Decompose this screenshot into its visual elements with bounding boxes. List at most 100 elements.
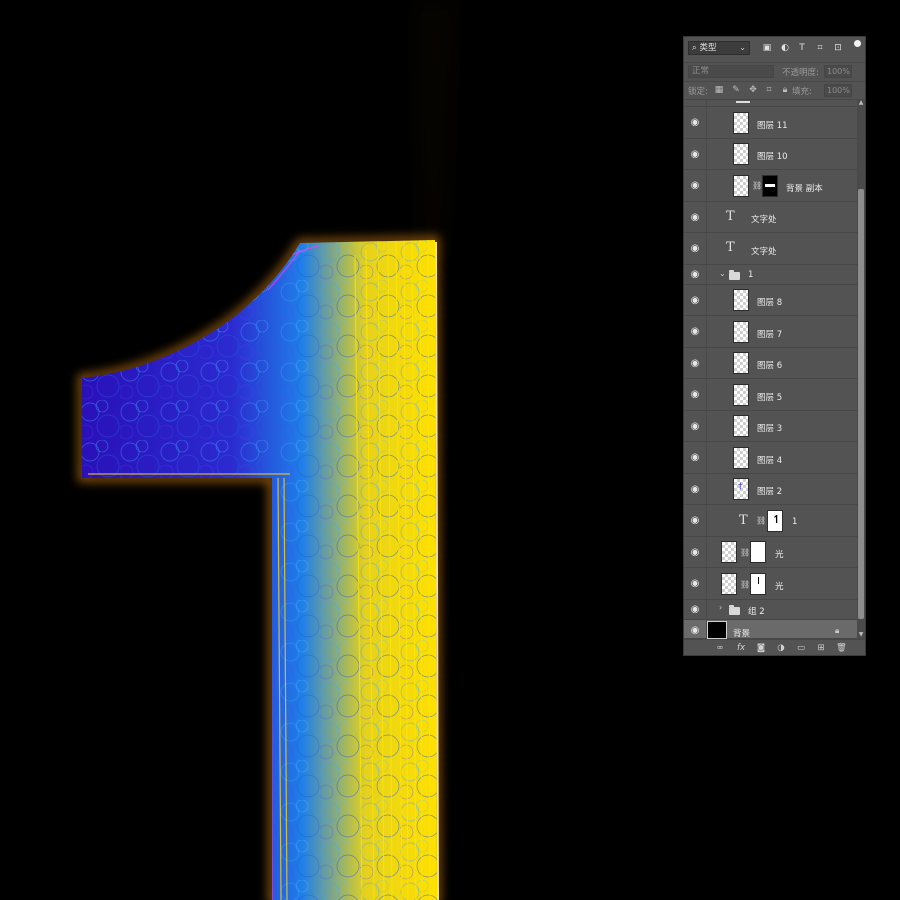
eye-icon[interactable]: ◉ xyxy=(689,243,701,255)
text-layer-icon: T xyxy=(726,209,735,224)
eye-icon[interactable]: ◉ xyxy=(689,604,701,616)
chain-link-icon[interactable]: ⛓ xyxy=(752,181,762,191)
layers-scrollbar[interactable]: ▲ ▼ xyxy=(857,99,865,639)
eye-icon[interactable]: ◉ xyxy=(689,484,701,496)
lock-artboard-icon[interactable]: ⌗ xyxy=(764,85,774,95)
layer-name: 图层 2 xyxy=(757,487,783,497)
layer-row-partial[interactable] xyxy=(684,99,857,107)
separator xyxy=(706,139,707,169)
chevron-down-icon[interactable]: ⌄ xyxy=(719,269,726,278)
mask-shape xyxy=(758,577,759,584)
eye-icon[interactable]: ◉ xyxy=(689,180,701,192)
fx-icon[interactable]: fx xyxy=(736,643,746,653)
layer-thumbnail xyxy=(733,447,749,469)
fill-label: 填充: xyxy=(792,87,812,97)
eye-icon[interactable]: ◉ xyxy=(689,295,701,307)
layer-row[interactable]: ◉ 图层 11 xyxy=(684,107,857,139)
eye-icon[interactable]: ◉ xyxy=(689,515,701,527)
text-filter-icon[interactable]: T xyxy=(797,43,807,53)
layer-mask-thumbnail[interactable] xyxy=(762,175,778,197)
separator xyxy=(706,600,707,619)
layer-mask-thumbnail[interactable] xyxy=(750,541,766,563)
eye-icon[interactable]: ◉ xyxy=(689,212,701,224)
layer-row[interactable]: ◉ 图层 10 xyxy=(684,139,857,170)
group-row[interactable]: ◉ ⌄ 1 xyxy=(684,265,857,285)
eye-icon[interactable]: ◉ xyxy=(689,452,701,464)
layer-row[interactable]: ◉ ⛓ 光 xyxy=(684,568,857,600)
layer-row[interactable]: ◉ T ⛓ ↿ 1 xyxy=(684,505,857,537)
layer-row[interactable]: ◉ 图层 7 xyxy=(684,316,857,348)
layer-row[interactable]: ◉ 图层 3 xyxy=(684,411,857,442)
shape-filter-icon[interactable]: ⌗ xyxy=(815,43,825,53)
layer-mask-thumbnail[interactable]: ↿ xyxy=(767,510,783,532)
link-layers-icon[interactable]: ∞ xyxy=(715,643,725,653)
trash-icon[interactable]: 🗑︎ xyxy=(836,643,847,653)
eye-icon[interactable]: ◉ xyxy=(689,326,701,338)
separator xyxy=(706,265,707,284)
lock-row: 锁定: ▦ ✎ ✥ ⌗ 🔒︎ 填充: 100% xyxy=(684,81,865,100)
layer-name: 光 xyxy=(775,550,784,560)
chevron-right-icon[interactable]: › xyxy=(719,603,722,612)
adjustment-filter-icon[interactable]: ◐ xyxy=(780,43,790,53)
layer-name: 背景 副本 xyxy=(786,184,823,194)
scroll-down-icon[interactable]: ▼ xyxy=(857,631,865,639)
filter-toggle[interactable] xyxy=(854,40,861,47)
layer-thumbnail xyxy=(733,143,749,165)
lock-brush-icon[interactable]: ✎ xyxy=(731,85,741,95)
separator xyxy=(706,107,707,138)
layer-row[interactable]: ◉ 图层 8 xyxy=(684,285,857,316)
new-layer-icon[interactable]: ⊞ xyxy=(816,643,826,653)
separator xyxy=(706,474,707,504)
opacity-label: 不透明度: xyxy=(782,68,819,78)
eye-icon[interactable]: ◉ xyxy=(689,625,701,637)
lock-transparent-icon[interactable]: ▦ xyxy=(714,85,724,95)
layer-thumbnail xyxy=(707,621,727,639)
chain-link-icon[interactable]: ⛓ xyxy=(740,548,750,558)
layer-row[interactable]: ◉ † 图层 2 xyxy=(684,474,857,505)
add-mask-icon[interactable]: ◙ xyxy=(756,643,766,653)
chain-link-icon[interactable]: ⛓ xyxy=(756,516,766,526)
eye-icon[interactable]: ◉ xyxy=(689,389,701,401)
eye-icon[interactable]: ◉ xyxy=(689,149,701,161)
opacity-input[interactable]: 100% xyxy=(824,65,852,78)
pixel-filter-icon[interactable]: ▣ xyxy=(762,43,772,53)
separator xyxy=(706,411,707,441)
adjustment-layer-icon[interactable]: ◑ xyxy=(776,643,786,653)
layer-row[interactable]: ◉ 图层 5 xyxy=(684,379,857,411)
smart-object-thumbnail xyxy=(733,175,749,197)
group-row[interactable]: ◉ › 组 2 xyxy=(684,600,857,620)
filter-kind-select[interactable]: ⌕ 类型 ⌄ xyxy=(688,41,750,55)
layer-row[interactable]: ◉ ⛓ 光 xyxy=(684,537,857,568)
scroll-thumb[interactable] xyxy=(858,189,864,619)
new-group-icon[interactable]: ▭ xyxy=(796,643,806,653)
eye-icon[interactable]: ◉ xyxy=(689,421,701,433)
eye-icon[interactable]: ◉ xyxy=(689,358,701,370)
eye-icon[interactable]: ◉ xyxy=(689,578,701,590)
text-layer-icon: T xyxy=(726,240,735,255)
folder-icon xyxy=(729,270,740,280)
layer-row[interactable]: ◉ 图层 6 xyxy=(684,348,857,379)
layer-row[interactable]: ◉ T 文字处 xyxy=(684,202,857,233)
layer-name: 光 xyxy=(775,582,784,592)
blend-mode-select[interactable]: 正常 xyxy=(688,65,774,78)
layer-thumbnail: † xyxy=(733,478,749,500)
eye-icon[interactable]: ◉ xyxy=(689,269,701,281)
layer-row[interactable]: ◉ ⛓ 背景 副本 xyxy=(684,170,857,202)
separator xyxy=(706,348,707,378)
layer-row-background[interactable]: ◉ 背景 🔒︎ xyxy=(684,620,857,639)
eye-icon[interactable]: ◉ xyxy=(689,547,701,559)
mask-shape xyxy=(765,184,775,187)
layer-mask-thumbnail[interactable] xyxy=(750,573,766,595)
layers-list: ◉ 图层 11 ◉ 图层 10 ◉ ⛓ 背景 副本 ◉ T 文字处 ◉ T 文字… xyxy=(684,99,857,639)
smart-object-filter-icon[interactable]: ⊡ xyxy=(833,43,843,53)
lock-move-icon[interactable]: ✥ xyxy=(748,85,758,95)
scroll-up-icon[interactable]: ▲ xyxy=(857,99,865,107)
layer-row[interactable]: ◉ 图层 4 xyxy=(684,442,857,474)
eye-icon[interactable]: ◉ xyxy=(689,117,701,129)
lock-all-icon[interactable]: 🔒︎ xyxy=(780,85,790,95)
chain-link-icon[interactable]: ⛓ xyxy=(740,580,750,590)
layer-row[interactable]: ◉ T 文字处 xyxy=(684,233,857,265)
fill-input[interactable]: 100% xyxy=(824,84,852,97)
layer-name: 图层 11 xyxy=(757,121,788,131)
separator xyxy=(706,202,707,232)
